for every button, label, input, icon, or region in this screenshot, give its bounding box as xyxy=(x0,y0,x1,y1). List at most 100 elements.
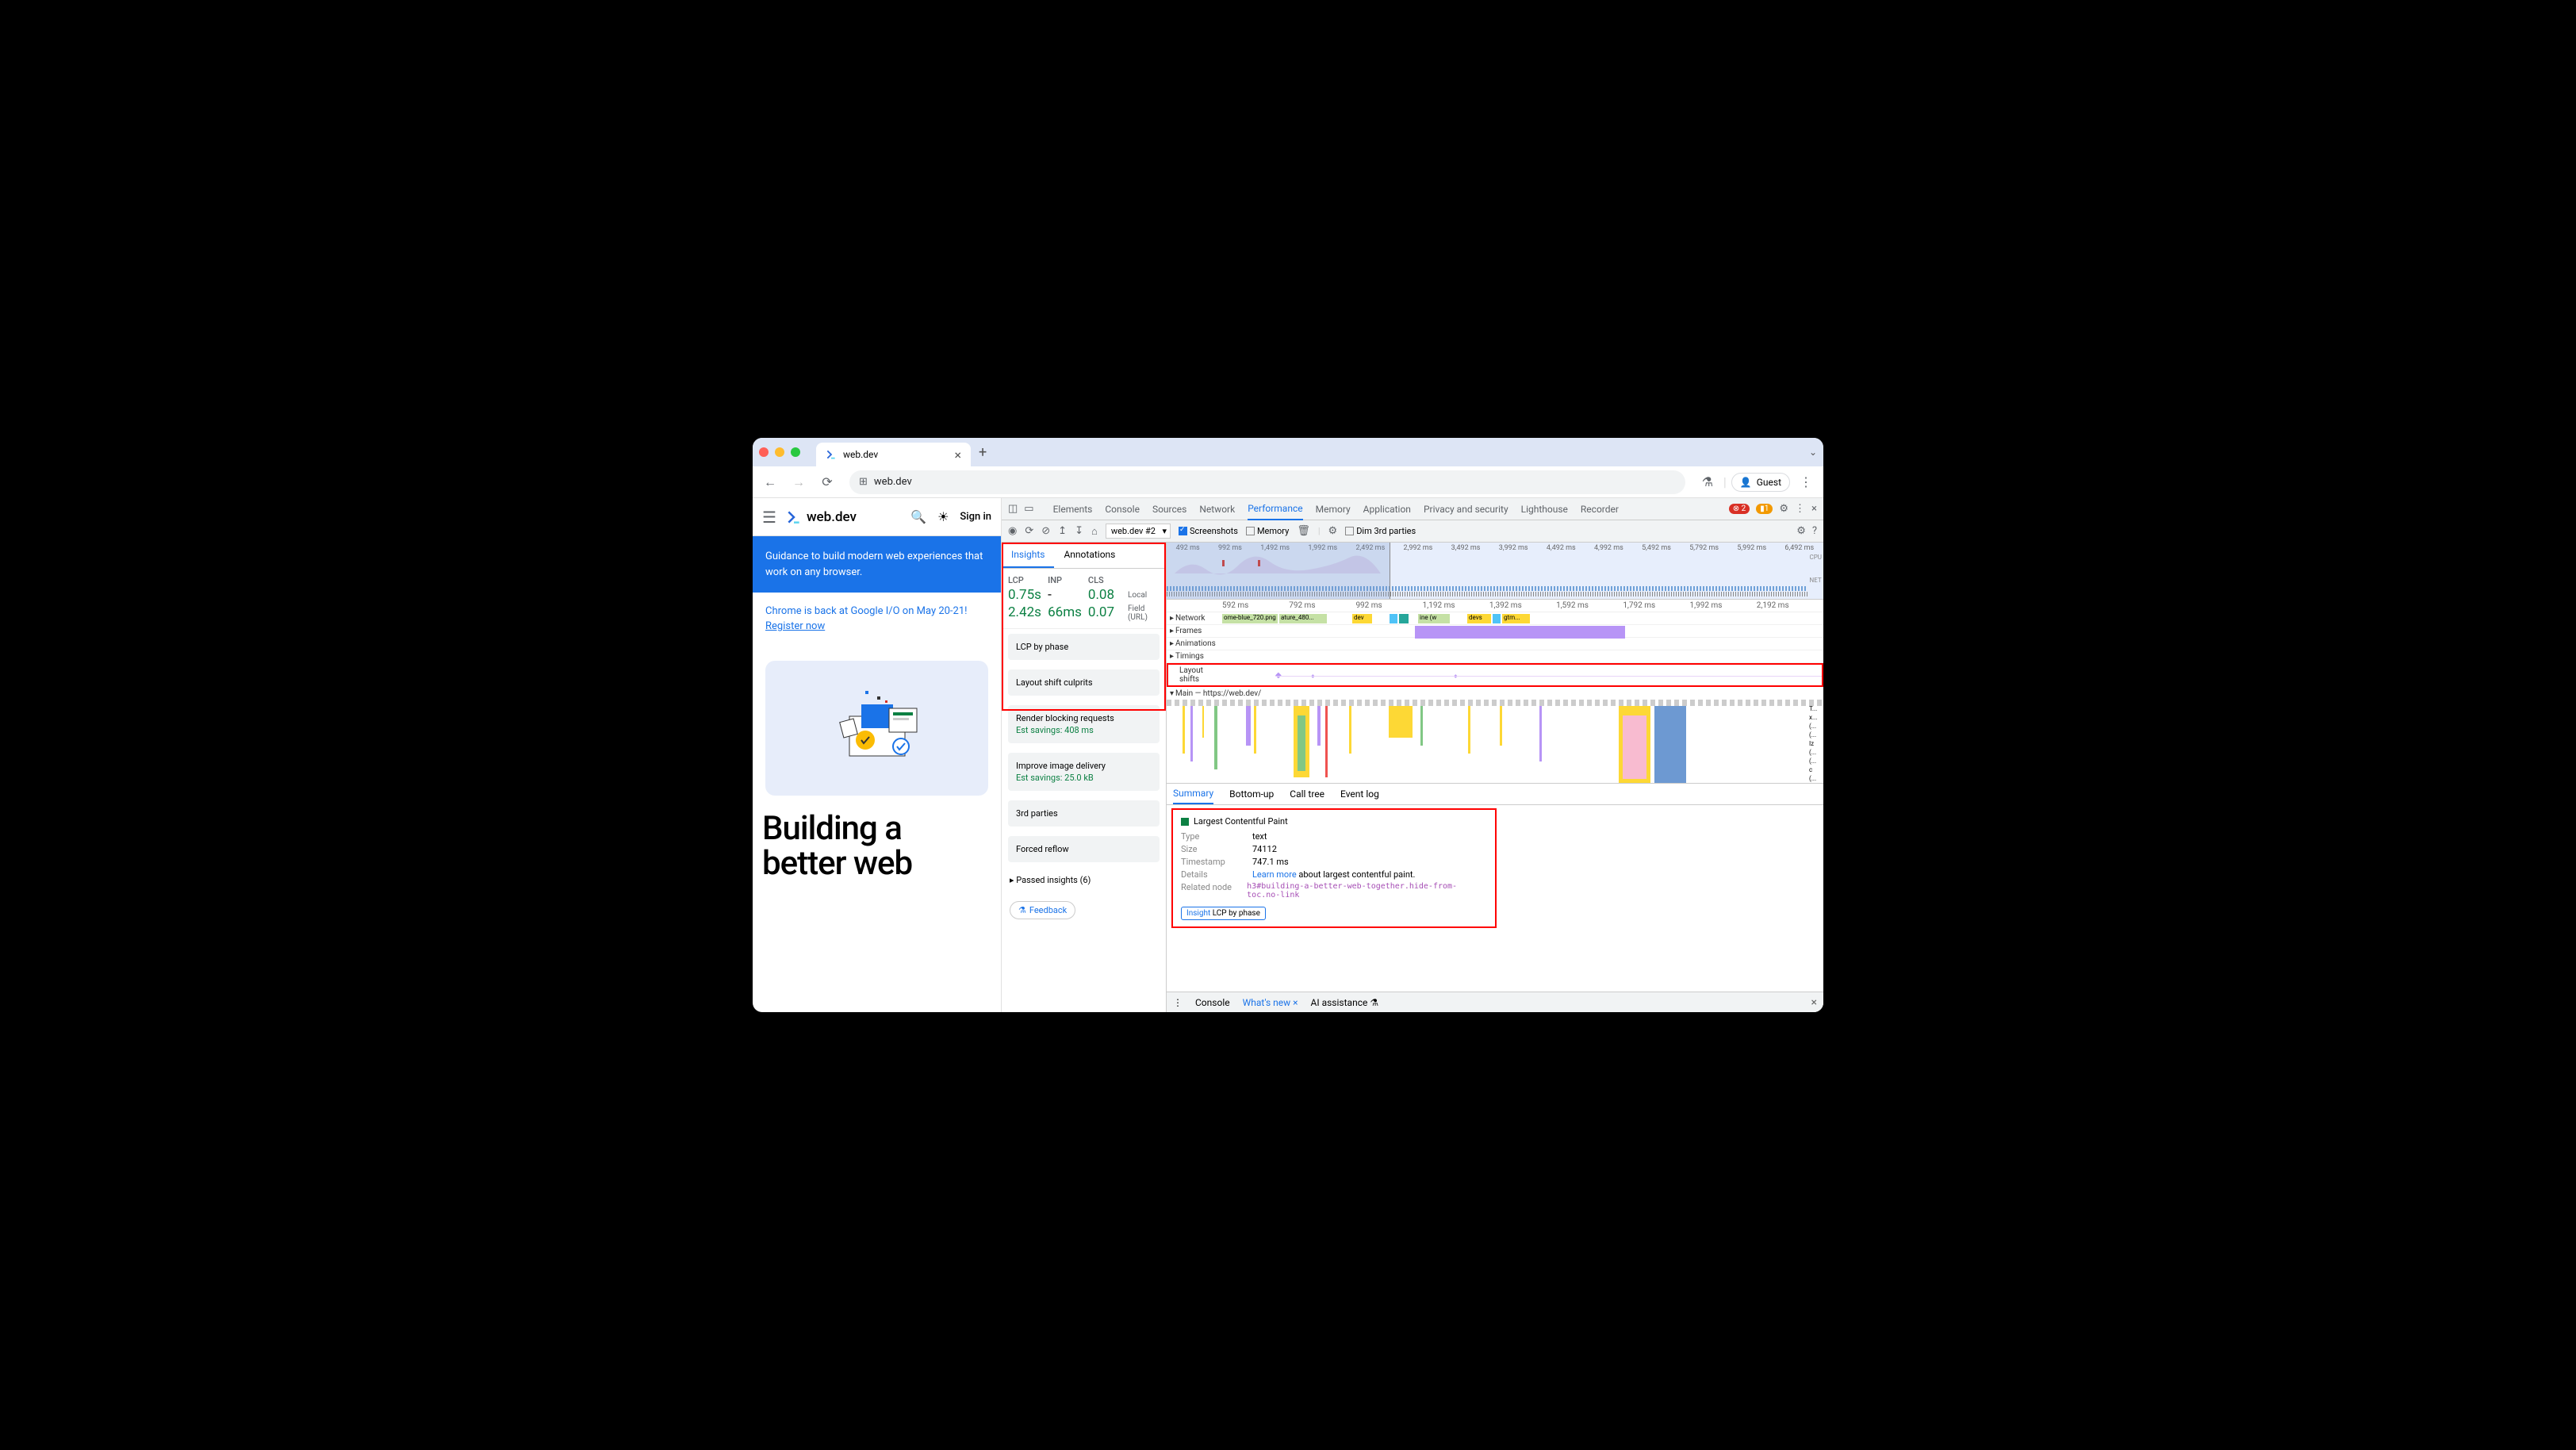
tab-recorder[interactable]: Recorder xyxy=(1581,499,1619,520)
detail-tabs: Summary Bottom-up Call tree Event log xyxy=(1167,783,1823,805)
tab-dropdown-icon[interactable]: ⌄ xyxy=(1809,447,1817,458)
search-icon[interactable]: 🔍 xyxy=(910,509,926,524)
labs-icon[interactable]: ⚗ xyxy=(1696,471,1719,493)
minimize-window[interactable] xyxy=(775,447,784,457)
more-icon[interactable]: ⋮ xyxy=(1795,503,1805,515)
cls-local: 0.08 xyxy=(1088,587,1121,603)
error-badge[interactable]: ⊗ 2 xyxy=(1729,504,1750,514)
insight-layout-shift[interactable]: Layout shift culprits xyxy=(1008,669,1160,696)
learn-more-link[interactable]: Learn more xyxy=(1252,869,1297,880)
color-swatch xyxy=(1181,818,1189,826)
close-devtools-icon[interactable]: × xyxy=(1811,503,1817,515)
download-icon[interactable]: ↧ xyxy=(1075,525,1083,537)
inp-field: 66ms xyxy=(1048,604,1082,622)
tab-bottomup[interactable]: Bottom-up xyxy=(1229,784,1274,804)
reload-button[interactable]: ⟳ xyxy=(816,471,838,493)
drawer-close-icon[interactable]: × xyxy=(1811,996,1817,1009)
settings-perf-icon[interactable]: ⚙ xyxy=(1328,525,1338,537)
shortcuts-icon[interactable]: ⚙ xyxy=(1796,525,1806,537)
insights-panel: Insights Annotations LCP INP CLS 0.75s -… xyxy=(1002,543,1167,1012)
register-link[interactable]: Register now xyxy=(765,620,988,632)
lcp-field: 2.42s xyxy=(1008,604,1041,622)
passed-insights[interactable]: ▸ Passed insights (6) xyxy=(1002,867,1166,893)
timings-track[interactable]: ▸ Timings xyxy=(1167,650,1823,663)
main-track-header[interactable]: ▾ Main — https://web.dev/ xyxy=(1167,687,1823,700)
browser-tab[interactable]: web.dev × xyxy=(816,443,971,466)
timeline-area: 492 ms992 ms1,492 ms1,992 ms2,492 ms2,99… xyxy=(1167,543,1823,1012)
tab-console[interactable]: Console xyxy=(1105,499,1140,520)
record-icon[interactable]: ◉ xyxy=(1008,525,1017,537)
content-area: ☰ web.dev 🔍 ☀ Sign in Guidance to build … xyxy=(753,498,1823,1012)
tab-elements[interactable]: Elements xyxy=(1053,499,1093,520)
drawer: ⋮ Console What's new × AI assistance ⚗ × xyxy=(1167,992,1823,1012)
hero-illustration xyxy=(765,661,988,796)
logo-icon xyxy=(786,509,802,525)
insight-lcp-phase[interactable]: LCP by phase xyxy=(1008,634,1160,660)
illustration-icon xyxy=(818,685,937,772)
hamburger-icon[interactable]: ☰ xyxy=(762,508,776,527)
site-settings-icon[interactable]: ⊞ xyxy=(859,476,868,488)
site-logo[interactable]: web.dev xyxy=(786,509,857,525)
devtools-pane: ◫ ▭ Elements Console Sources Network Per… xyxy=(1002,498,1823,1012)
close-window[interactable] xyxy=(759,447,769,457)
maximize-window[interactable] xyxy=(791,447,800,457)
gc-icon[interactable]: 🗑 xyxy=(1297,525,1310,537)
related-node[interactable]: h3#building-a-better-web-together.hide-f… xyxy=(1247,882,1487,900)
drawer-menu-icon[interactable]: ⋮ xyxy=(1173,997,1183,1008)
back-button[interactable]: ← xyxy=(759,471,781,493)
insight-image[interactable]: Improve image deliveryEst savings: 25.0 … xyxy=(1008,753,1160,791)
settings-icon[interactable]: ⚙ xyxy=(1779,503,1788,515)
performance-toolbar: ◉ ⟳ ⊘ ↥ ↧ ⌂ web.dev #2 Screenshots Memor… xyxy=(1002,520,1823,543)
devtools-tabs: ◫ ▭ Elements Console Sources Network Per… xyxy=(1002,498,1823,520)
signin-link[interactable]: Sign in xyxy=(960,511,991,523)
forward-button[interactable]: → xyxy=(788,471,810,493)
url-input[interactable]: ⊞ web.dev xyxy=(849,470,1685,494)
tab-insights[interactable]: Insights xyxy=(1002,543,1054,568)
tab-sources[interactable]: Sources xyxy=(1152,499,1186,520)
help-icon[interactable]: ? xyxy=(1812,525,1817,537)
flame-chart[interactable]: T...x...(...(...Iz(...(...c(...Fs...E...… xyxy=(1167,700,1823,783)
reload-record-icon[interactable]: ⟳ xyxy=(1025,525,1033,537)
device-icon[interactable]: ▭ xyxy=(1024,503,1033,515)
drawer-ai[interactable]: AI assistance ⚗ xyxy=(1311,997,1379,1008)
tab-annotations[interactable]: Annotations xyxy=(1054,543,1125,568)
insight-render-block[interactable]: Render blocking requestsEst savings: 408… xyxy=(1008,705,1160,743)
home-icon[interactable]: ⌂ xyxy=(1091,525,1098,538)
feedback-button[interactable]: ⚗ Feedback xyxy=(1010,901,1075,919)
menu-icon[interactable]: ⋮ xyxy=(1795,471,1817,493)
url-bar: ← → ⟳ ⊞ web.dev ⚗ | 👤 Guest ⋮ xyxy=(753,466,1823,498)
tab-network[interactable]: Network xyxy=(1199,499,1235,520)
tab-memory[interactable]: Memory xyxy=(1316,499,1351,520)
insight-3rd-party[interactable]: 3rd parties xyxy=(1008,800,1160,827)
memory-checkbox[interactable]: Memory xyxy=(1246,526,1289,536)
insight-reflow[interactable]: Forced reflow xyxy=(1008,836,1160,862)
frames-track[interactable]: ▸ Frames xyxy=(1167,625,1823,638)
close-tab-icon[interactable]: × xyxy=(954,447,961,462)
warning-badge[interactable]: ▮1 xyxy=(1756,504,1773,514)
animations-track[interactable]: ▸ Animations xyxy=(1167,638,1823,650)
layout-shifts-track[interactable]: Layout shifts ◆ ◆ ◆ xyxy=(1167,663,1823,687)
tab-lighthouse[interactable]: Lighthouse xyxy=(1521,499,1568,520)
devtools-body: Insights Annotations LCP INP CLS 0.75s -… xyxy=(1002,543,1823,1012)
tab-application[interactable]: Application xyxy=(1363,499,1411,520)
upload-icon[interactable]: ↥ xyxy=(1058,525,1067,537)
clear-icon[interactable]: ⊘ xyxy=(1041,525,1050,537)
screenshots-checkbox[interactable]: Screenshots xyxy=(1179,526,1238,536)
tab-eventlog[interactable]: Event log xyxy=(1340,784,1379,804)
inspect-icon[interactable]: ◫ xyxy=(1008,503,1018,515)
timeline-main[interactable]: 592 ms792 ms992 ms1,192 ms1,392 ms1,592 … xyxy=(1167,600,1823,783)
dim-checkbox[interactable]: Dim 3rd parties xyxy=(1345,526,1416,536)
timeline-overview[interactable]: 492 ms992 ms1,492 ms1,992 ms2,492 ms2,99… xyxy=(1167,543,1823,600)
tab-calltree[interactable]: Call tree xyxy=(1290,784,1324,804)
tab-privacy[interactable]: Privacy and security xyxy=(1424,499,1508,520)
new-tab-button[interactable]: + xyxy=(979,444,987,461)
drawer-console[interactable]: Console xyxy=(1195,997,1230,1008)
drawer-whats-new[interactable]: What's new × xyxy=(1243,997,1298,1008)
theme-icon[interactable]: ☀ xyxy=(937,509,949,524)
recording-select[interactable]: web.dev #2 xyxy=(1106,524,1171,539)
tab-summary[interactable]: Summary xyxy=(1173,784,1213,804)
network-track[interactable]: ▸ Network ome-blue_720.png ature_480... … xyxy=(1167,612,1823,625)
profile-badge[interactable]: 👤 Guest xyxy=(1731,473,1790,492)
tab-performance[interactable]: Performance xyxy=(1248,498,1302,520)
insight-pill[interactable]: Insight LCP by phase xyxy=(1181,907,1266,920)
